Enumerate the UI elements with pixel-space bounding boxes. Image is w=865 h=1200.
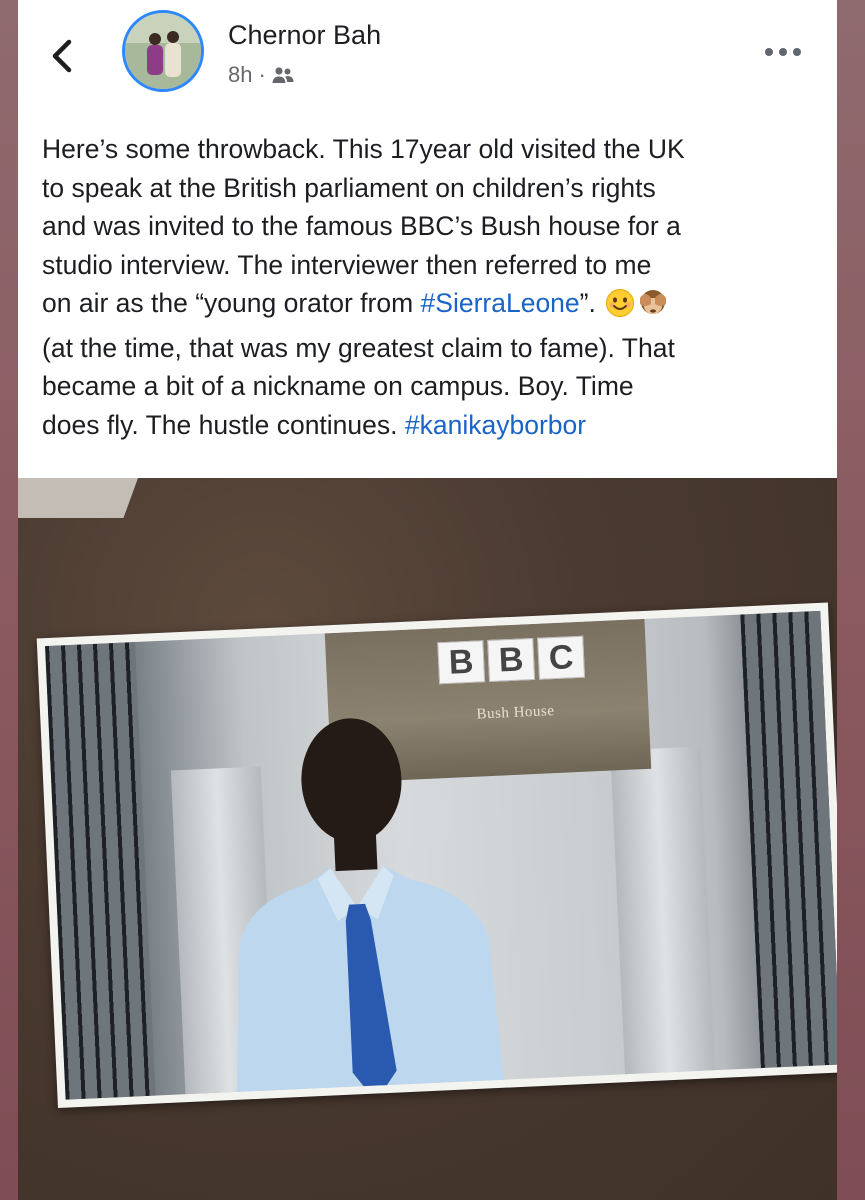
bbc-logo: B B C <box>437 635 586 685</box>
post-text-line: became a bit of a nickname on campus. Bo… <box>42 367 822 406</box>
post-time[interactable]: 8h <box>228 62 252 88</box>
more-dots-icon <box>765 48 801 56</box>
meta-separator: · <box>258 62 266 87</box>
post-photo[interactable]: B B C Bush House <box>18 478 837 1200</box>
more-options-button[interactable] <box>762 40 804 64</box>
paper-edge <box>18 478 138 518</box>
hashtag-link[interactable]: #kanikayborbor <box>405 410 586 440</box>
post-text-segment: studio interview. The interviewer then r… <box>42 249 652 280</box>
post-text-segment: does fly. The hustle continues. <box>42 409 405 440</box>
logo-letter: B <box>487 637 536 683</box>
post-text-segment: ”. <box>579 288 604 318</box>
post-text-segment: on air as the “young orator from <box>42 288 421 318</box>
photo-scene: B B C Bush House <box>45 610 837 1100</box>
author-avatar[interactable] <box>122 10 204 92</box>
see-no-evil-monkey-emoji <box>637 288 669 329</box>
post-text-segment: and was invited to the famous BBC’s Bush… <box>42 211 681 241</box>
avatar-photo <box>125 13 201 89</box>
post-text-line: (at the time, that was my greatest claim… <box>42 329 822 368</box>
chevron-left-icon <box>52 39 72 73</box>
iron-gate-left <box>45 642 156 1100</box>
stone-column <box>610 746 715 1075</box>
back-button[interactable] <box>42 36 82 76</box>
iron-gate-right <box>740 610 837 1069</box>
hashtag-link[interactable]: #SierraLeone <box>421 288 580 318</box>
author-name[interactable]: Chernor Bah <box>228 20 381 51</box>
post-text-line: studio interview. The interviewer then r… <box>42 246 822 285</box>
post-text-line: and was invited to the famous BBC’s Bush… <box>42 207 822 246</box>
person-figure <box>236 718 507 1100</box>
post-text-line: Here’s some throwback. This 17year old v… <box>42 130 822 169</box>
post-text-segment: (at the time, that was my greatest claim… <box>42 332 675 363</box>
post-text-line: to speak at the British parliament on ch… <box>42 169 822 208</box>
post-text-line: does fly. The hustle continues. #kanikay… <box>42 406 822 445</box>
printed-photograph: B B C Bush House <box>36 602 837 1108</box>
post-text-segment: became a bit of a nickname on campus. Bo… <box>42 371 634 401</box>
post-body: Here’s some throwback. This 17year old v… <box>42 130 822 444</box>
smiling-face-emoji <box>605 288 635 329</box>
logo-letter: C <box>537 635 586 680</box>
friends-icon <box>272 67 294 83</box>
logo-letter: B <box>437 640 486 685</box>
post-meta: 8h · <box>228 62 294 88</box>
post-text-segment: to speak at the British parliament on ch… <box>42 172 656 203</box>
post-text-segment: Here’s some throwback. This 17year old v… <box>42 134 685 164</box>
post-text-line: on air as the “young orator from #Sierra… <box>42 284 822 329</box>
